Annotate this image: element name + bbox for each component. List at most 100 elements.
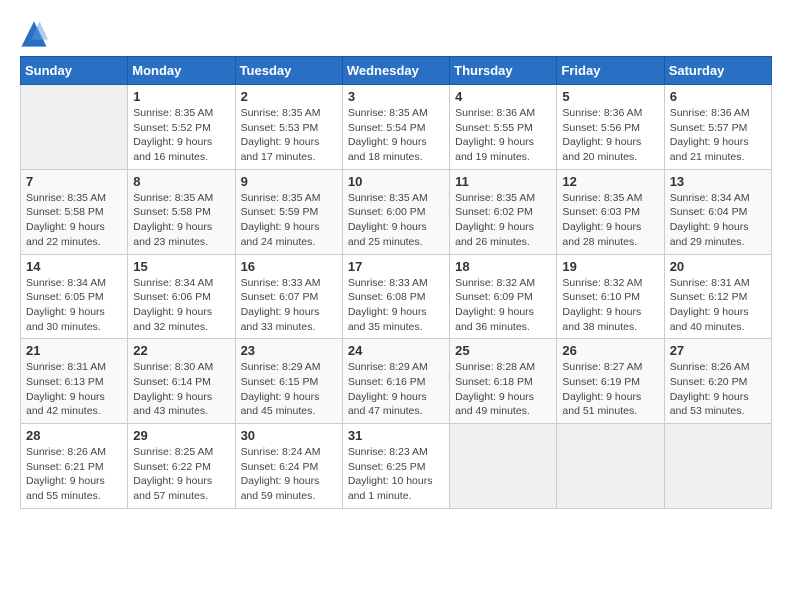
day-number: 3 (348, 89, 444, 104)
day-number: 14 (26, 259, 122, 274)
calendar-cell (557, 424, 664, 509)
column-header-tuesday: Tuesday (235, 57, 342, 85)
day-info: Sunrise: 8:27 AM Sunset: 6:19 PM Dayligh… (562, 360, 658, 419)
calendar-table: SundayMondayTuesdayWednesdayThursdayFrid… (20, 56, 772, 509)
calendar-cell: 11 Sunrise: 8:35 AM Sunset: 6:02 PM Dayli… (450, 169, 557, 254)
calendar-cell: 22Sunrise: 8:30 AM Sunset: 6:14 PM Dayli… (128, 339, 235, 424)
day-info: Sunrise: 8:35 AM Sunset: 5:52 PM Dayligh… (133, 106, 229, 165)
day-number: 13 (670, 174, 766, 189)
day-info: Sunrise: 8:31 AM Sunset: 6:13 PM Dayligh… (26, 360, 122, 419)
day-info: Sunrise: 8:35 AM Sunset: 5:59 PM Dayligh… (241, 191, 337, 250)
day-number: 24 (348, 343, 444, 358)
calendar-cell (450, 424, 557, 509)
calendar-cell: 15 Sunrise: 8:34 AM Sunset: 6:06 PM Dayli… (128, 254, 235, 339)
calendar-cell (664, 424, 771, 509)
day-info: Sunrise: 8:25 AM Sunset: 6:22 PM Dayligh… (133, 445, 229, 504)
day-number: 15 (133, 259, 229, 274)
calendar-cell: 27 Sunrise: 8:26 AM Sunset: 6:20 PM Dayli… (664, 339, 771, 424)
calendar-cell: 8 Sunrise: 8:35 AM Sunset: 5:58 PM Daylig… (128, 169, 235, 254)
calendar-cell: 18Sunrise: 8:32 AM Sunset: 6:09 PM Dayli… (450, 254, 557, 339)
day-info: Sunrise: 8:34 AM Sunset: 6:04 PM Dayligh… (670, 191, 766, 250)
calendar-cell: 5 Sunrise: 8:36 AM Sunset: 5:56 PM Daylig… (557, 85, 664, 170)
day-number: 16 (241, 259, 337, 274)
day-info: Sunrise: 8:26 AM Sunset: 6:20 PM Dayligh… (670, 360, 766, 419)
day-info: Sunrise: 8:35 AM Sunset: 5:54 PM Dayligh… (348, 106, 444, 165)
column-header-thursday: Thursday (450, 57, 557, 85)
day-number: 5 (562, 89, 658, 104)
day-number: 9 (241, 174, 337, 189)
calendar-cell: 19Sunrise: 8:32 AM Sunset: 6:10 PM Dayli… (557, 254, 664, 339)
day-number: 23 (241, 343, 337, 358)
week-row-2: 7 Sunrise: 8:35 AM Sunset: 5:58 PM Daylig… (21, 169, 772, 254)
day-number: 31 (348, 428, 444, 443)
day-info: Sunrise: 8:23 AM Sunset: 6:25 PM Dayligh… (348, 445, 444, 504)
calendar-cell: 14 Sunrise: 8:34 AM Sunset: 6:05 PM Dayli… (21, 254, 128, 339)
day-number: 7 (26, 174, 122, 189)
day-number: 4 (455, 89, 551, 104)
day-number: 25 (455, 343, 551, 358)
calendar-cell: 24 Sunrise: 8:29 AM Sunset: 6:16 PM Dayli… (342, 339, 449, 424)
day-number: 20 (670, 259, 766, 274)
day-number: 29 (133, 428, 229, 443)
day-number: 12 (562, 174, 658, 189)
calendar-cell: 29 Sunrise: 8:25 AM Sunset: 6:22 PM Dayli… (128, 424, 235, 509)
calendar-cell: 3 Sunrise: 8:35 AM Sunset: 5:54 PM Daylig… (342, 85, 449, 170)
logo-icon (20, 20, 48, 48)
calendar-cell: 20Sunrise: 8:31 AM Sunset: 6:12 PM Dayli… (664, 254, 771, 339)
day-info: Sunrise: 8:24 AM Sunset: 6:24 PM Dayligh… (241, 445, 337, 504)
day-info: Sunrise: 8:32 AM Sunset: 6:09 PM Dayligh… (455, 276, 551, 335)
calendar-cell: 1Sunrise: 8:35 AM Sunset: 5:52 PM Daylig… (128, 85, 235, 170)
day-info: Sunrise: 8:34 AM Sunset: 6:05 PM Dayligh… (26, 276, 122, 335)
calendar-header-row: SundayMondayTuesdayWednesdayThursdayFrid… (21, 57, 772, 85)
day-info: Sunrise: 8:29 AM Sunset: 6:16 PM Dayligh… (348, 360, 444, 419)
day-number: 17 (348, 259, 444, 274)
day-number: 21 (26, 343, 122, 358)
day-info: Sunrise: 8:33 AM Sunset: 6:07 PM Dayligh… (241, 276, 337, 335)
calendar-cell (21, 85, 128, 170)
calendar-cell: 25 Sunrise: 8:28 AM Sunset: 6:18 PM Dayli… (450, 339, 557, 424)
calendar-cell: 26 Sunrise: 8:27 AM Sunset: 6:19 PM Dayli… (557, 339, 664, 424)
day-number: 26 (562, 343, 658, 358)
day-info: Sunrise: 8:35 AM Sunset: 6:00 PM Dayligh… (348, 191, 444, 250)
day-number: 8 (133, 174, 229, 189)
column-header-friday: Friday (557, 57, 664, 85)
calendar-cell: 13 Sunrise: 8:34 AM Sunset: 6:04 PM Dayli… (664, 169, 771, 254)
day-number: 30 (241, 428, 337, 443)
day-info: Sunrise: 8:36 AM Sunset: 5:55 PM Dayligh… (455, 106, 551, 165)
week-row-3: 14 Sunrise: 8:34 AM Sunset: 6:05 PM Dayli… (21, 254, 772, 339)
week-row-4: 21 Sunrise: 8:31 AM Sunset: 6:13 PM Dayli… (21, 339, 772, 424)
day-number: 6 (670, 89, 766, 104)
column-header-wednesday: Wednesday (342, 57, 449, 85)
calendar-cell: 6Sunrise: 8:36 AM Sunset: 5:57 PM Daylig… (664, 85, 771, 170)
calendar-cell: 28Sunrise: 8:26 AM Sunset: 6:21 PM Dayli… (21, 424, 128, 509)
calendar-cell: 2 Sunrise: 8:35 AM Sunset: 5:53 PM Daylig… (235, 85, 342, 170)
day-number: 11 (455, 174, 551, 189)
day-info: Sunrise: 8:36 AM Sunset: 5:56 PM Dayligh… (562, 106, 658, 165)
column-header-sunday: Sunday (21, 57, 128, 85)
day-info: Sunrise: 8:35 AM Sunset: 5:58 PM Dayligh… (26, 191, 122, 250)
day-info: Sunrise: 8:26 AM Sunset: 6:21 PM Dayligh… (26, 445, 122, 504)
calendar-body: 1Sunrise: 8:35 AM Sunset: 5:52 PM Daylig… (21, 85, 772, 509)
calendar-cell: 4 Sunrise: 8:36 AM Sunset: 5:55 PM Daylig… (450, 85, 557, 170)
calendar-cell: 21 Sunrise: 8:31 AM Sunset: 6:13 PM Dayli… (21, 339, 128, 424)
day-number: 10 (348, 174, 444, 189)
week-row-1: 1Sunrise: 8:35 AM Sunset: 5:52 PM Daylig… (21, 85, 772, 170)
calendar-cell: 10 Sunrise: 8:35 AM Sunset: 6:00 PM Dayli… (342, 169, 449, 254)
page-header (20, 20, 772, 48)
day-info: Sunrise: 8:35 AM Sunset: 5:53 PM Dayligh… (241, 106, 337, 165)
day-number: 27 (670, 343, 766, 358)
calendar-cell: 9 Sunrise: 8:35 AM Sunset: 5:59 PM Daylig… (235, 169, 342, 254)
day-info: Sunrise: 8:29 AM Sunset: 6:15 PM Dayligh… (241, 360, 337, 419)
day-info: Sunrise: 8:35 AM Sunset: 6:03 PM Dayligh… (562, 191, 658, 250)
day-number: 22 (133, 343, 229, 358)
day-info: Sunrise: 8:28 AM Sunset: 6:18 PM Dayligh… (455, 360, 551, 419)
week-row-5: 28Sunrise: 8:26 AM Sunset: 6:21 PM Dayli… (21, 424, 772, 509)
calendar-cell: 12 Sunrise: 8:35 AM Sunset: 6:03 PM Dayli… (557, 169, 664, 254)
calendar-cell: 30 Sunrise: 8:24 AM Sunset: 6:24 PM Dayli… (235, 424, 342, 509)
day-info: Sunrise: 8:35 AM Sunset: 6:02 PM Dayligh… (455, 191, 551, 250)
day-info: Sunrise: 8:32 AM Sunset: 6:10 PM Dayligh… (562, 276, 658, 335)
day-info: Sunrise: 8:34 AM Sunset: 6:06 PM Dayligh… (133, 276, 229, 335)
day-info: Sunrise: 8:35 AM Sunset: 5:58 PM Dayligh… (133, 191, 229, 250)
day-number: 2 (241, 89, 337, 104)
logo (20, 20, 52, 48)
